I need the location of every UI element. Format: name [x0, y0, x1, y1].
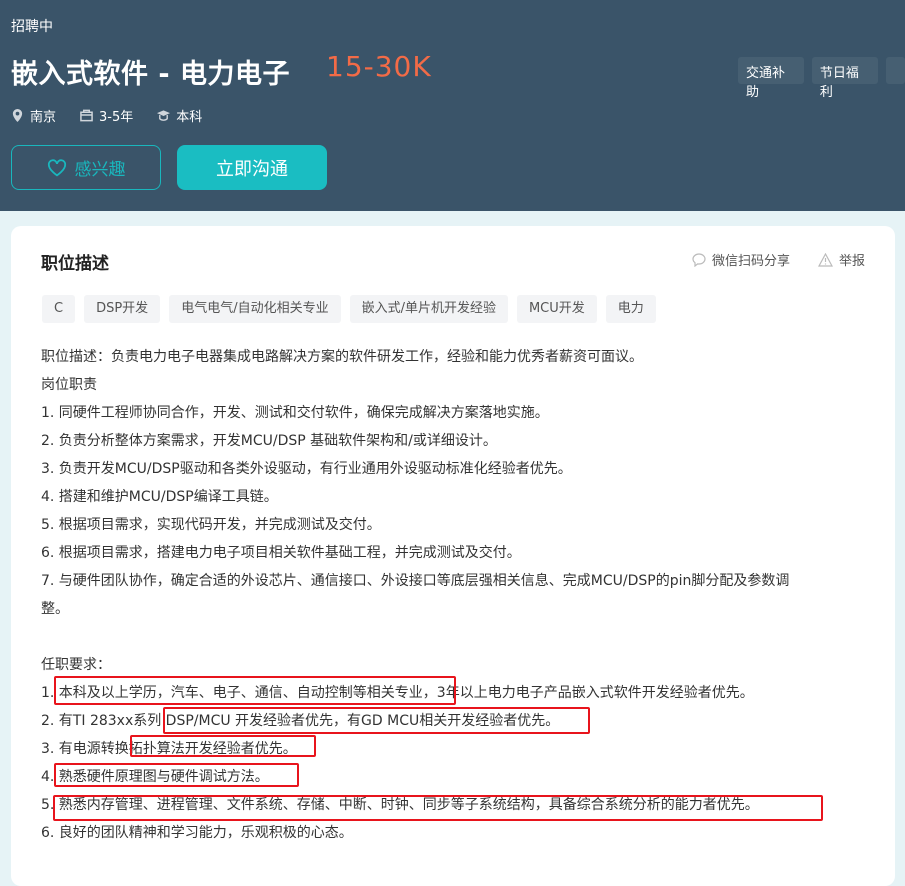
- location-icon: [12, 109, 23, 122]
- desc-line: 6. 根据项目需求，搭建电力电子项目相关软件基础工程，并完成测试及交付。: [41, 545, 521, 561]
- interest-button[interactable]: 感兴趣: [11, 145, 161, 190]
- desc-line: 2. 负责分析整体方案需求，开发MCU/DSP 基础软件架构和/或详细设计。: [41, 433, 497, 449]
- perk-tag: 节日福利: [811, 57, 878, 100]
- briefcase-icon: [80, 109, 93, 122]
- skill-tags: C DSP开发 电气电气/自动化相关专业 嵌入式/单片机开发经验 MCU开发 电…: [42, 295, 656, 323]
- job-title: 嵌入式软件 - 电力电子: [11, 59, 291, 90]
- skill-tag: DSP开发: [84, 295, 161, 323]
- skill-tag: C: [42, 295, 76, 323]
- report-button[interactable]: 举报: [817, 250, 865, 269]
- experience: 3-5年: [99, 110, 134, 125]
- desc-line: 岗位职责: [41, 377, 97, 393]
- desc-line: 职位描述：负责电力电子电器集成电路解决方案的软件研发工作，经验和能力优秀者薪资可…: [41, 349, 643, 365]
- perk-tag: 交通补助: [738, 57, 804, 100]
- wechat-share-button[interactable]: 微信扫码分享: [692, 250, 790, 269]
- skill-tag: 电气电气/自动化相关专业: [169, 295, 341, 323]
- desc-line: 6. 良好的团队精神和学习能力，乐观积极的心态。: [41, 825, 353, 841]
- perk-tag: [885, 57, 905, 84]
- graduation-cap-icon: [157, 110, 171, 121]
- desc-line: 任职要求：: [41, 657, 111, 673]
- education: 本科: [176, 110, 203, 125]
- interest-label: 感兴趣: [74, 160, 126, 180]
- job-header: 招聘中 嵌入式软件 - 电力电子 15-30K 交通补助 节日福利 南京 3-5…: [0, 0, 905, 211]
- section-title: 职位描述: [41, 254, 109, 274]
- highlight-box: [54, 763, 299, 787]
- skill-tag: MCU开发: [516, 295, 597, 323]
- share-label: 微信扫码分享: [711, 254, 790, 269]
- highlight-box: [53, 795, 823, 821]
- job-meta: 南京 3-5年 本科: [11, 106, 202, 125]
- highlight-box: [163, 707, 590, 734]
- chat-now-button[interactable]: 立即沟通: [177, 145, 327, 190]
- salary: 15-30K: [326, 50, 432, 83]
- desc-line: 3. 负责开发MCU/DSP驱动和各类外设驱动，有行业通用外设驱动标准化经验者优…: [41, 461, 572, 477]
- chat-bubble-icon: [692, 252, 706, 267]
- heart-icon: [47, 158, 66, 176]
- job-status: 招聘中: [11, 19, 53, 35]
- desc-line: 1. 同硬件工程师协同合作，开发、测试和交付软件，确保完成解决方案落地实施。: [41, 405, 549, 421]
- desc-line: 5. 根据项目需求，实现代码开发，并完成测试及交付。: [41, 517, 381, 533]
- perks: 交通补助 节日福利: [738, 57, 905, 100]
- highlight-box: [130, 735, 316, 757]
- desc-line: [41, 623, 871, 651]
- skill-tag: 嵌入式/单片机开发经验: [349, 295, 508, 323]
- report-label: 举报: [838, 254, 865, 269]
- job-description-card: 职位描述 微信扫码分享 举报 C DSP开发 电气电气/自动化相关专业 嵌入式/…: [11, 226, 895, 886]
- desc-line: 整。: [41, 601, 69, 617]
- desc-line: 4. 搭建和维护MCU/DSP编译工具链。: [41, 489, 278, 505]
- highlight-box: [54, 676, 456, 705]
- desc-line: 7. 与硬件团队协作，确定合适的外设芯片、通信接口、外设接口等底层强相关信息、完…: [41, 573, 790, 589]
- location: 南京: [30, 110, 57, 125]
- warning-icon: [817, 252, 833, 267]
- skill-tag: 电力: [605, 295, 656, 323]
